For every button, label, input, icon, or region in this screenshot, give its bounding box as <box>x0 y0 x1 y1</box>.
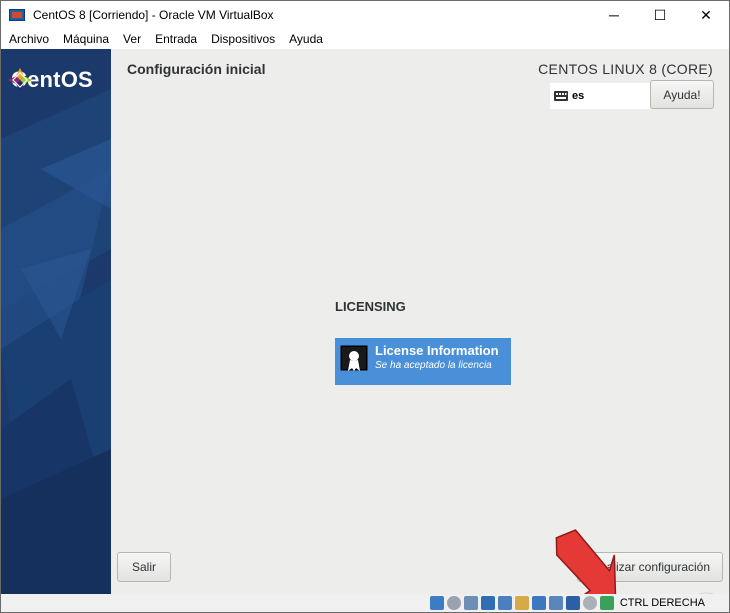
status-bar: CTRL DERECHA <box>1 594 729 612</box>
window-title: CentOS 8 [Corriendo] - Oracle VM Virtual… <box>33 8 274 22</box>
menu-dispositivos[interactable]: Dispositivos <box>205 32 281 46</box>
keyboard-icon <box>554 91 568 101</box>
red-arrow-icon <box>555 529 617 594</box>
keyboard-capture-icon[interactable] <box>599 596 614 610</box>
maximize-button[interactable]: ☐ <box>637 1 683 29</box>
hard-disk-icon[interactable] <box>429 596 444 610</box>
spoke-status: Se ha aceptado la licencia <box>375 360 492 371</box>
menu-ver[interactable]: Ver <box>117 32 147 46</box>
keyboard-layout-label: es <box>572 90 585 102</box>
spoke-title: License Information <box>375 343 499 358</box>
menu-ayuda[interactable]: Ayuda <box>283 32 329 46</box>
menu-entrada[interactable]: Entrada <box>149 32 203 46</box>
minimize-button[interactable]: ─ <box>591 1 637 29</box>
certificate-icon <box>340 345 368 371</box>
quit-button[interactable]: Salir <box>117 552 171 582</box>
usb-icon[interactable] <box>497 596 512 610</box>
installer-sidebar: CentOS <box>1 49 111 594</box>
network-icon[interactable] <box>480 596 495 610</box>
menu-bar: Archivo Máquina Ver Entrada Dispositivos… <box>1 29 729 49</box>
window-controls: ─ ☐ ✕ <box>591 1 729 29</box>
keyboard-layout-indicator[interactable]: es <box>550 83 650 109</box>
video-capture-icon[interactable] <box>548 596 563 610</box>
close-button[interactable]: ✕ <box>683 1 729 29</box>
mouse-integration-icon[interactable] <box>582 596 597 610</box>
centos-logo: CentOS <box>7 67 93 93</box>
virtualization-icon[interactable] <box>565 596 580 610</box>
licensing-heading: LICENSING <box>335 299 406 314</box>
page-title: Configuración inicial <box>127 61 266 77</box>
virtualbox-window: CentOS 8 [Corriendo] - Oracle VM Virtual… <box>0 0 730 613</box>
host-key-label: CTRL DERECHA <box>619 597 705 609</box>
menu-maquina[interactable]: Máquina <box>57 32 115 46</box>
title-bar: CentOS 8 [Corriendo] - Oracle VM Virtual… <box>1 1 729 29</box>
shared-folders-icon[interactable] <box>514 596 529 610</box>
virtualbox-icon <box>9 8 25 22</box>
help-button[interactable]: Ayuda! <box>650 80 714 109</box>
license-information-spoke[interactable]: License Information Se ha aceptado la li… <box>335 338 511 385</box>
display-icon[interactable] <box>531 596 546 610</box>
menu-archivo[interactable]: Archivo <box>3 32 55 46</box>
sidebar-pattern <box>1 49 111 594</box>
audio-icon[interactable] <box>463 596 478 610</box>
centos-logo-icon <box>8 68 32 92</box>
product-title: CENTOS LINUX 8 (CORE) <box>538 61 713 77</box>
guest-screen: CentOS Configuración inicial CENTOS LINU… <box>1 49 729 594</box>
optical-drive-icon[interactable] <box>446 596 461 610</box>
